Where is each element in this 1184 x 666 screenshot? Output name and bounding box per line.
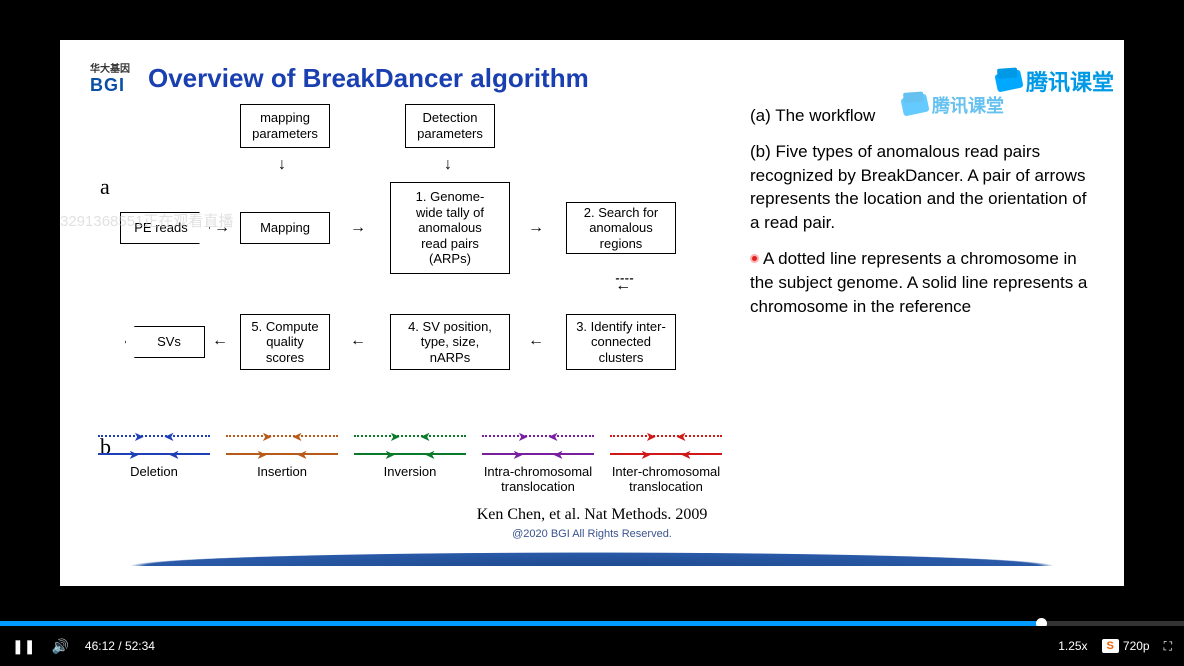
pause-button[interactable]: ❚❚	[12, 638, 35, 655]
box-step4: 4. SV position, type, size, nARPs	[390, 314, 510, 370]
arrow-right-icon: →	[528, 219, 544, 237]
slide: 华大基因 BGI Overview of BreakDancer algorit…	[60, 40, 1124, 586]
box-mapping-params: mapping parameters	[240, 104, 330, 148]
legend: ➤➤➤➤Deletion➤➤➤➤Insertion➤➤➤➤Inversion➤➤…	[90, 428, 730, 494]
desc-b: (b) Five types of anomalous read pairs r…	[750, 140, 1094, 235]
resolution-icon: S	[1102, 639, 1119, 653]
legend-label: Inversion	[346, 464, 474, 479]
graduation-cap-icon	[994, 69, 1023, 92]
fullscreen-button[interactable]: ⛶	[1164, 639, 1172, 654]
box-svs: SVs	[125, 326, 205, 358]
laser-pointer-icon	[750, 254, 759, 263]
video-viewport: 华大基因 BGI Overview of BreakDancer algorit…	[30, 10, 1154, 616]
legend-label: Deletion	[90, 464, 218, 479]
legend-item: ➤➤➤➤Inter-chromosomal translocation	[602, 428, 730, 494]
viewer-watermark: 3291368551正在观看直播	[60, 210, 233, 231]
box-step3: 3. Identify inter- connected clusters	[566, 314, 676, 370]
bgi-logo: 华大基因 BGI	[90, 60, 130, 96]
box-step1: 1. Genome- wide tally of anomalous read …	[390, 182, 510, 274]
arrow-right-icon: →	[350, 219, 366, 237]
arrow-left-icon: ←	[212, 332, 228, 350]
tencent-classroom-logo: 腾讯课堂	[996, 65, 1114, 97]
slide-title: Overview of BreakDancer algorithm	[148, 63, 589, 94]
legend-item: ➤➤➤➤Inversion	[346, 428, 474, 494]
legend-label: Inter-chromosomal translocation	[602, 464, 730, 494]
resolution-button[interactable]: 720p	[1123, 639, 1150, 653]
desc-b2: A dotted line represents a chromosome in…	[750, 247, 1094, 318]
box-mapping: Mapping	[240, 212, 330, 244]
playback-speed[interactable]: 1.25x	[1058, 639, 1087, 653]
legend-item: ➤➤➤➤Insertion	[218, 428, 346, 494]
citation: Ken Chen, et al. Nat Methods. 2009	[90, 506, 1094, 524]
legend-label: Insertion	[218, 464, 346, 479]
legend-item: ➤➤➤➤Intra-chromosomal translocation	[474, 428, 602, 494]
footer-copyright: @2020 BGI All Rights Reserved.	[90, 528, 1094, 540]
workflow-diagram: mapping parameters Detection parameters …	[90, 104, 730, 424]
box-detect-params: Detection parameters	[405, 104, 495, 148]
box-step2: 2. Search for anomalous regions	[566, 202, 676, 254]
player-controls: ❚❚ 🔊 46:12 / 52:34 1.25x S 720p ⛶	[0, 626, 1184, 666]
legend-label: Intra-chromosomal translocation	[474, 464, 602, 494]
box-step5: 5. Compute quality scores	[240, 314, 330, 370]
time-display: 46:12 / 52:34	[85, 639, 155, 653]
arrow-left-icon: ←	[528, 332, 544, 350]
arrow-down-dotted-icon: ┊↓	[614, 274, 633, 292]
graduation-cap-icon	[900, 93, 929, 116]
arrow-down-icon: ↓	[444, 156, 452, 174]
tencent-classroom-logo: 腾讯课堂	[902, 92, 1004, 118]
arrow-down-icon: ↓	[278, 156, 286, 174]
description-panel: (a) The workflow (b) Five types of anoma…	[750, 104, 1094, 494]
volume-button[interactable]: 🔊	[51, 638, 68, 655]
legend-item: ➤➤➤➤Deletion	[90, 428, 218, 494]
footer-wave	[60, 544, 1124, 566]
arrow-left-icon: ←	[350, 332, 366, 350]
